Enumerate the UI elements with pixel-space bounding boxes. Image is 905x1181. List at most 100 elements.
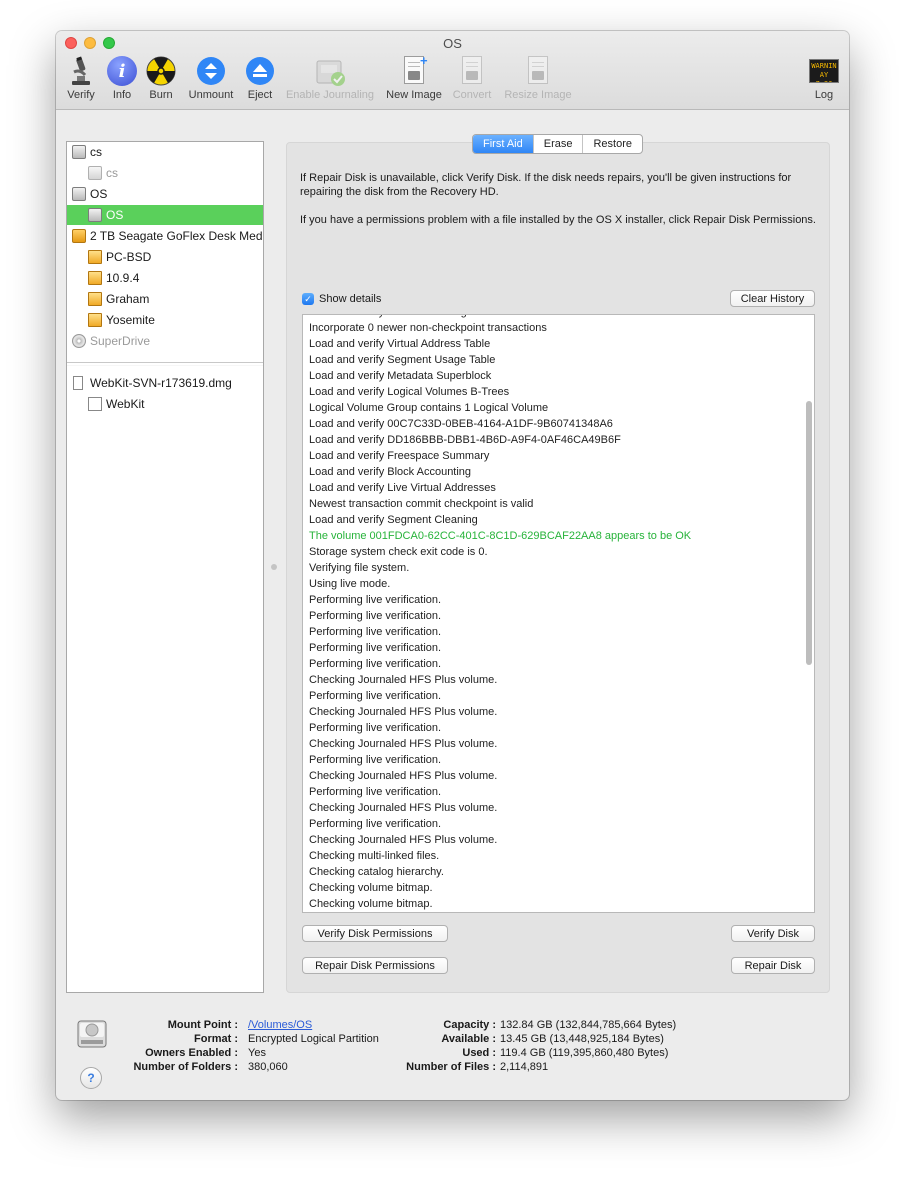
internal-disk-icon: [72, 145, 86, 159]
used-label: Used :: [462, 1047, 496, 1059]
log-line: Performing live verification.: [309, 626, 442, 638]
number-of-folders-label: Number of Folders :: [133, 1061, 238, 1073]
journaling-disk-icon: [314, 55, 346, 87]
verify-permissions-button[interactable]: Verify Disk Permissions: [302, 925, 448, 942]
log-line: Checking Journaled HFS Plus volume.: [309, 802, 498, 814]
log-line: Load and verify Logical Volumes B-Trees: [309, 386, 510, 398]
owners-enabled-value: Yes: [248, 1047, 266, 1059]
format-label: Format :: [194, 1033, 238, 1045]
format-value: Encrypted Logical Partition: [248, 1033, 379, 1045]
log-scrollbar[interactable]: [806, 401, 812, 665]
convert-tool-button[interactable]: Convert: [450, 55, 494, 101]
details-log[interactable]: Load and verify Transaction SegmentIncor…: [302, 314, 815, 913]
sidebar-item-graham[interactable]: Graham: [67, 289, 263, 309]
verify-tool-button[interactable]: Verify: [65, 55, 97, 101]
unmount-icon: [195, 55, 227, 87]
resize-image-tool-button[interactable]: Resize Image: [502, 55, 574, 101]
verify-disk-button[interactable]: Verify Disk: [731, 925, 815, 942]
log-line: Load and verify Segment Cleaning: [309, 514, 478, 526]
clear-history-button[interactable]: Clear History: [730, 290, 815, 307]
eject-tool-button[interactable]: Eject: [244, 55, 276, 101]
sidebar-item-label: cs: [90, 145, 102, 159]
toolbar: OS Verify i Info Burn Unmount Eject Enab…: [56, 31, 849, 110]
sidebar-item-label: cs: [106, 166, 118, 180]
log-line: Checking volume bitmap.: [309, 898, 433, 910]
enable-journaling-label: Enable Journaling: [285, 89, 375, 101]
info-glyph: i: [107, 56, 137, 86]
tab-bar: First Aid Erase Restore: [472, 134, 644, 154]
log-line: Checking Journaled HFS Plus volume.: [309, 706, 498, 718]
verify-label: Verify: [67, 89, 95, 101]
mounted-image-icon: [88, 397, 102, 411]
repair-permissions-button[interactable]: Repair Disk Permissions: [302, 957, 448, 974]
new-image-tool-button[interactable]: + New Image: [384, 53, 444, 101]
log-line: Load and verify Segment Usage Table: [309, 354, 496, 366]
sidebar-item-label: OS: [90, 187, 108, 201]
volume-icon: [88, 208, 102, 222]
sidebar-item-cs-disk[interactable]: cs: [67, 142, 263, 162]
log-tool-button[interactable]: WARNIN AY 7:36 Log: [808, 55, 840, 101]
sidebar-item-webkit-dmg[interactable]: WebKit-SVN-r173619.dmg: [67, 373, 263, 393]
log-line: Verifying file system.: [309, 562, 410, 574]
show-details-checkbox[interactable]: ✓: [302, 293, 314, 305]
window-title: OS: [443, 36, 462, 51]
burn-label: Burn: [149, 89, 173, 101]
log-line: Newest transaction commit checkpoint is …: [309, 498, 534, 510]
eject-label: Eject: [247, 89, 273, 101]
capacity-value: 132.84 GB (132,844,785,664 Bytes): [500, 1019, 677, 1031]
available-label: Available :: [441, 1033, 496, 1045]
sidebar-item-cs-volume[interactable]: cs: [67, 163, 263, 183]
split-view-handle[interactable]: [271, 564, 277, 570]
info-tool-button[interactable]: i Info: [106, 55, 138, 101]
sidebar-item-os-disk[interactable]: OS: [67, 184, 263, 204]
number-of-files-label: Number of Files :: [406, 1061, 496, 1073]
burn-tool-button[interactable]: Burn: [145, 55, 177, 101]
tab-first-aid[interactable]: First Aid: [473, 135, 533, 153]
show-details-label: Show details: [319, 293, 382, 305]
help-button[interactable]: ?: [80, 1067, 102, 1089]
log-line: Performing live verification.: [309, 642, 442, 654]
new-image-label: New Image: [386, 89, 442, 101]
sidebar-item-10-9-4[interactable]: 10.9.4: [67, 268, 263, 288]
volume-icon: [88, 166, 102, 180]
convert-icon: [456, 55, 488, 87]
resize-image-label: Resize Image: [504, 89, 572, 101]
log-label: Log: [814, 89, 834, 101]
volume-info-disk-icon: [76, 1019, 108, 1051]
tab-erase[interactable]: Erase: [532, 135, 583, 153]
log-icon-text-2: AY 7:36: [816, 71, 833, 82]
console-log-icon: WARNIN AY 7:36: [808, 55, 840, 87]
enable-journaling-tool-button[interactable]: Enable Journaling: [284, 55, 376, 101]
sidebar-item-label: Yosemite: [106, 313, 155, 327]
log-line: Checking Journaled HFS Plus volume.: [309, 674, 498, 686]
log-line: Performing live verification.: [309, 722, 442, 734]
external-volume-icon: [88, 292, 102, 306]
sidebar-item-yosemite[interactable]: Yosemite: [67, 310, 263, 330]
disk-image-icon: [73, 376, 83, 390]
sidebar-item-pc-bsd[interactable]: PC-BSD: [67, 247, 263, 267]
tab-restore[interactable]: Restore: [582, 135, 642, 153]
log-line: Performing live verification.: [309, 818, 442, 830]
sidebar-item-os-volume[interactable]: OS: [67, 205, 263, 225]
sidebar-item-label: SuperDrive: [90, 334, 151, 348]
sidebar-item-seagate-disk[interactable]: 2 TB Seagate GoFlex Desk Media: [67, 226, 263, 246]
sidebar-item-superdrive[interactable]: SuperDrive: [67, 331, 263, 351]
log-line: Checking volume bitmap.: [309, 882, 433, 894]
log-line: Storage system check exit code is 0.: [309, 546, 488, 558]
log-line: Checking catalog hierarchy.: [309, 866, 444, 878]
convert-label: Convert: [452, 89, 492, 101]
sidebar-item-label: WebKit: [106, 397, 145, 411]
log-line: The volume 001FDCA0-62CC-401C-8C1D-629BC…: [309, 530, 692, 542]
microscope-icon: [65, 55, 97, 87]
log-line: Performing live verification.: [309, 690, 442, 702]
info-icon: i: [106, 55, 138, 87]
unmount-tool-button[interactable]: Unmount: [186, 55, 236, 101]
repair-disk-button[interactable]: Repair Disk: [731, 957, 815, 974]
disk-sidebar[interactable]: cs cs OS OS 2 TB Seagate GoFlex Desk Med…: [66, 141, 264, 993]
owners-enabled-label: Owners Enabled :: [145, 1047, 238, 1059]
used-value: 119.4 GB (119,395,860,480 Bytes): [500, 1047, 669, 1059]
sidebar-item-webkit-volume[interactable]: WebKit: [67, 394, 263, 414]
external-volume-icon: [88, 271, 102, 285]
log-line: Performing live verification.: [309, 610, 442, 622]
mount-point-link[interactable]: /Volumes/OS: [248, 1019, 312, 1031]
